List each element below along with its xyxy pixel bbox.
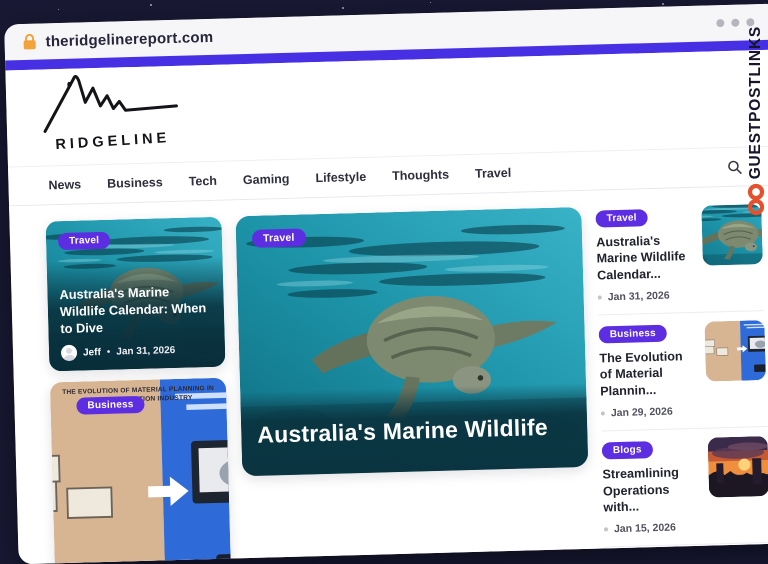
- sidebar-article-text: Blogs Streamlining Operations with... Ja…: [602, 438, 701, 536]
- window-control-dot[interactable]: [731, 19, 739, 27]
- article-card-marine-calendar[interactable]: Travel Australia's Marine Wildlife Calen…: [45, 217, 225, 372]
- logo-text: RIDGELINE: [55, 130, 171, 153]
- sidebar-article-partial[interactable]: [605, 543, 768, 564]
- guestpostlinks-watermark: GUESTPOSTLINKS: [745, 26, 767, 217]
- nav-item-lifestyle[interactable]: Lifestyle: [315, 170, 366, 185]
- sidebar-article-meta: Jan 29, 2026: [601, 405, 697, 420]
- site-header: RIDGELINE: [5, 49, 768, 166]
- category-badge[interactable]: Travel: [58, 232, 111, 250]
- infographic-image: [704, 320, 766, 382]
- article-date: Jan 31, 2026: [116, 344, 175, 357]
- star-dot: [342, 7, 344, 9]
- search-button[interactable]: [727, 159, 742, 174]
- article-meta: Jeff • Jan 31, 2026: [61, 341, 213, 361]
- sidebar-article-thumbnail[interactable]: [704, 320, 766, 382]
- window-control-dot[interactable]: [716, 19, 724, 27]
- sidebar-article-text: Travel Australia's Marine Wildlife Calen…: [595, 206, 694, 304]
- sidebar-article-meta: Jan 31, 2026: [598, 289, 694, 304]
- sidebar-article-list: Travel Australia's Marine Wildlife Calen…: [595, 202, 768, 564]
- nav-item-news[interactable]: News: [48, 177, 81, 192]
- category-badge[interactable]: Travel: [252, 228, 306, 247]
- sidebar-article-streamlining-operations[interactable]: Blogs Streamlining Operations with... Ja…: [601, 427, 768, 548]
- url-text[interactable]: theridgelinereport.com: [45, 28, 213, 50]
- nav-item-thoughts[interactable]: Thoughts: [392, 168, 449, 184]
- category-badge[interactable]: Business: [76, 396, 145, 415]
- site-logo[interactable]: RIDGELINE: [37, 69, 199, 161]
- mountain-ridgeline-icon: [37, 69, 199, 133]
- left-column: Travel Australia's Marine Wildlife Calen…: [45, 217, 232, 564]
- star-dot: [430, 2, 431, 3]
- page-content: Travel Australia's Marine Wildlife Calen…: [9, 185, 768, 564]
- sidebar-article-meta: Jan 15, 2026: [604, 521, 700, 536]
- article-card-material-planning[interactable]: The Evolution of Material Planning in th…: [50, 378, 232, 564]
- star-dot: [150, 4, 152, 6]
- sidebar-article-thumbnail[interactable]: [708, 436, 768, 498]
- nav-item-tech[interactable]: Tech: [189, 174, 218, 189]
- author-avatar: [61, 345, 77, 361]
- chain-link-icon: [745, 183, 767, 217]
- date-dot: [604, 528, 608, 532]
- card-overlay: Australia's Marine Wildlife Calendar: Wh…: [47, 257, 226, 371]
- article-title[interactable]: Australia's Marine Wildlife Calendar: Wh…: [59, 283, 212, 338]
- sidebar-article-material-planning[interactable]: Business The Evolution of Material Plann…: [598, 311, 767, 432]
- star-dot: [58, 9, 59, 10]
- lock-icon: [22, 34, 36, 50]
- sidebar-article-date: Jan 29, 2026: [611, 406, 673, 420]
- star-dot: [662, 3, 664, 5]
- meta-separator: •: [107, 346, 111, 357]
- hero-overlay: Australia's Marine Wildlife: [240, 383, 588, 476]
- sidebar-article-text: Business The Evolution of Material Plann…: [598, 322, 697, 420]
- sidebar-article-thumbnail[interactable]: [711, 552, 768, 564]
- sidebar-article-marine-calendar[interactable]: Travel Australia's Marine Wildlife Calen…: [595, 202, 764, 316]
- hero-article-card[interactable]: Travel Australia's Marine Wildlife: [235, 207, 588, 476]
- search-icon: [727, 159, 742, 174]
- category-badge[interactable]: [605, 555, 679, 564]
- category-badge[interactable]: Business: [599, 325, 668, 344]
- category-badge[interactable]: Blogs: [602, 441, 653, 459]
- watermark-text: GUESTPOSTLINKS: [747, 26, 765, 179]
- sidebar-article-date: Jan 15, 2026: [614, 522, 676, 536]
- hero-title[interactable]: Australia's Marine Wildlife: [257, 413, 572, 448]
- sidebar-article-title[interactable]: The Evolution of Material Plannin...: [599, 348, 696, 400]
- date-dot: [601, 412, 605, 416]
- date-dot: [598, 296, 602, 300]
- sidebar-article-date: Jan 31, 2026: [608, 290, 670, 304]
- browser-window: theridgelinereport.com RIDGELINE News Bu…: [4, 4, 768, 564]
- nav-item-gaming[interactable]: Gaming: [243, 172, 290, 187]
- author-name[interactable]: Jeff: [83, 347, 101, 358]
- sunset-image: [708, 436, 768, 498]
- nav-item-business[interactable]: Business: [107, 175, 163, 190]
- sidebar-article-title[interactable]: Streamlining Operations with...: [602, 464, 699, 516]
- nav-item-travel[interactable]: Travel: [475, 166, 512, 181]
- sidebar-article-title[interactable]: Australia's Marine Wildlife Calendar...: [596, 232, 693, 284]
- category-badge[interactable]: Travel: [595, 209, 648, 227]
